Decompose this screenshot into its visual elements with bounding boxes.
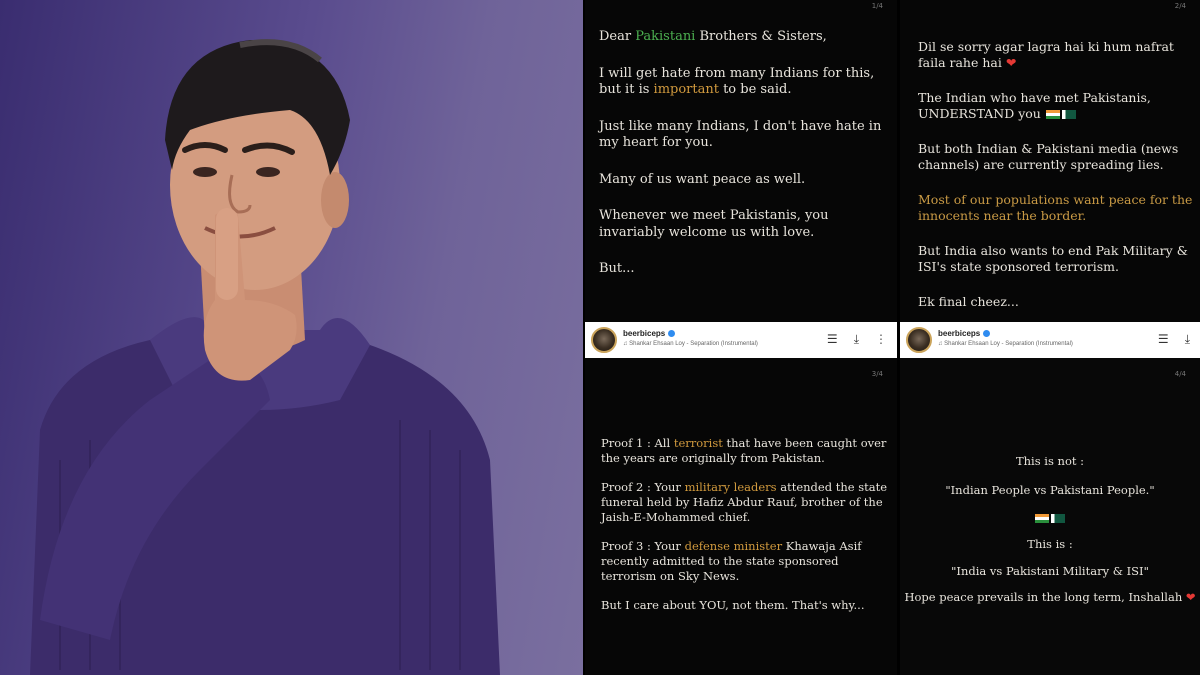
salutation-post: Brothers & Sisters, bbox=[695, 29, 827, 44]
para-post: to be said. bbox=[718, 82, 792, 97]
quote-people: "Indian People vs Pakistani People." bbox=[945, 483, 1155, 497]
page-number: 3/4 bbox=[871, 370, 883, 378]
paragraph: Whenever we meet Pakistanis, you invaria… bbox=[599, 208, 829, 240]
verified-badge-icon bbox=[983, 330, 991, 338]
paragraph: But... bbox=[599, 261, 635, 276]
story-text: Dear Pakistani Brothers & Sisters, I wil… bbox=[599, 29, 889, 298]
hope-text: Hope peace prevails in the long term, In… bbox=[904, 590, 1183, 604]
page-number: 2/4 bbox=[1174, 2, 1186, 10]
story-profile-bar: beerbiceps ♫ Shankar Ehsaan Loy - Separa… bbox=[900, 322, 1200, 358]
quote-military: "India vs Pakistani Military & ISI" bbox=[951, 564, 1149, 578]
paragraph: But both Indian & Pakistani media (news … bbox=[918, 141, 1179, 172]
pakistan-flag-icon bbox=[1051, 513, 1065, 523]
proof-2: Proof 2 : Your military leaders attended… bbox=[601, 480, 891, 525]
paragraph: Ek final cheez... bbox=[918, 294, 1019, 309]
avatar[interactable] bbox=[591, 327, 617, 353]
paragraph: Dil se sorry agar lagra hai ki hum nafra… bbox=[918, 39, 1200, 71]
para-text: Dil se sorry agar lagra hai ki hum nafra… bbox=[918, 39, 1174, 70]
para-text: The Indian who have met Pakistanis, UNDE… bbox=[918, 90, 1151, 121]
para-highlight: important bbox=[653, 82, 719, 97]
bar-actions: ☰ ⤓ ⋮ bbox=[827, 332, 887, 346]
proof-3: Proof 3 : Your defense minister Khawaja … bbox=[601, 539, 891, 584]
proof-highlight: military leaders bbox=[684, 480, 777, 494]
salutation: Dear Pakistani Brothers & Sisters, bbox=[599, 29, 889, 46]
red-heart-icon: ❤ bbox=[1185, 590, 1196, 604]
story-panel-1: 1/4 Dear Pakistani Brothers & Sisters, I… bbox=[585, 0, 897, 322]
paragraph: I will get hate from many Indians for th… bbox=[599, 66, 889, 99]
salutation-pre: Dear bbox=[599, 29, 636, 44]
paragraph: Many of us want peace as well. bbox=[599, 171, 806, 187]
story-text: Dil se sorry agar lagra hai ki hum nafra… bbox=[918, 39, 1200, 322]
closing-line: But I care about YOU, not them. That's w… bbox=[601, 598, 865, 612]
salutation-highlight: Pakistani bbox=[635, 29, 696, 44]
download-icon[interactable]: ⤓ bbox=[1185, 332, 1190, 346]
paragraph: The Indian who have met Pakistanis, UNDE… bbox=[918, 90, 1200, 122]
india-flag-icon bbox=[1035, 513, 1049, 523]
song-credit[interactable]: ♫ Shankar Ehsaan Loy - Separation (Instr… bbox=[623, 341, 758, 347]
paragraph: But India also wants to end Pak Military… bbox=[918, 243, 1188, 274]
line-this-is: This is : bbox=[1027, 537, 1073, 551]
flags-row bbox=[900, 510, 1200, 524]
page-number: 4/4 bbox=[1174, 370, 1186, 378]
playlist-icon[interactable]: ☰ bbox=[827, 332, 838, 346]
proof-highlight: defense minister bbox=[684, 539, 783, 553]
proof-pre: Proof 1 : All bbox=[601, 436, 674, 450]
story-panel-3: 3/4 Proof 1 : All terrorist that have be… bbox=[585, 358, 897, 675]
pakistan-flag-icon bbox=[1061, 110, 1076, 119]
playlist-icon[interactable]: ☰ bbox=[1158, 332, 1169, 346]
story-panel-4: 4/4 This is not : "Indian People vs Paki… bbox=[900, 358, 1200, 675]
page-number: 1/4 bbox=[871, 2, 883, 10]
story-text: Proof 1 : All terrorist that have been c… bbox=[601, 436, 891, 627]
story-panel-2: 2/4 Dil se sorry agar lagra hai ki hum n… bbox=[900, 0, 1200, 322]
username[interactable]: beerbiceps bbox=[938, 329, 991, 338]
story-profile-bar: beerbiceps ♫ Shankar Ehsaan Loy - Separa… bbox=[585, 322, 897, 358]
line-this-is-not: This is not : bbox=[1015, 454, 1085, 468]
proof-highlight: terrorist bbox=[673, 436, 723, 450]
proof-pre: Proof 3 : Your bbox=[601, 539, 685, 553]
song-credit[interactable]: ♫ Shankar Ehsaan Loy - Separation (Instr… bbox=[938, 341, 1073, 347]
man-shushing-illustration bbox=[30, 39, 500, 675]
paragraph: Just like many Indians, I don't have hat… bbox=[599, 118, 882, 151]
username[interactable]: beerbiceps bbox=[623, 329, 676, 338]
avatar[interactable] bbox=[906, 327, 932, 353]
verified-badge-icon bbox=[668, 330, 676, 338]
bar-actions: ☰ ⤓ bbox=[1158, 332, 1190, 346]
india-flag-icon bbox=[1045, 110, 1060, 119]
portrait-photo bbox=[0, 0, 583, 675]
download-icon[interactable]: ⤓ bbox=[854, 332, 859, 346]
proof-pre: Proof 2 : Your bbox=[601, 480, 685, 494]
more-options-icon[interactable]: ⋮ bbox=[875, 332, 887, 346]
hope-line: Hope peace prevails in the long term, In… bbox=[900, 590, 1200, 604]
paragraph-highlight: Most of our populations want peace for t… bbox=[918, 192, 1193, 223]
red-heart-icon: ❤ bbox=[1005, 55, 1017, 70]
proof-1: Proof 1 : All terrorist that have been c… bbox=[601, 436, 891, 466]
